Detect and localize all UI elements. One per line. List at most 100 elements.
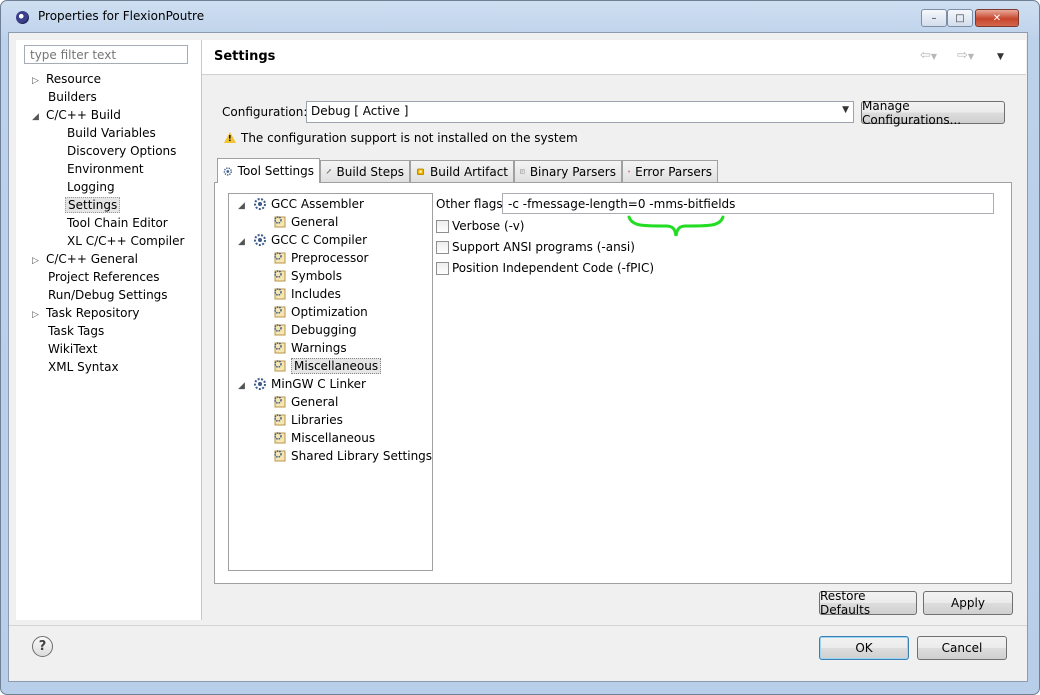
tree-leaf-label: Libraries [291, 413, 343, 427]
option-page-icon [274, 288, 286, 300]
tree-leaf-includes[interactable]: Includes [272, 285, 341, 303]
tab-binary-parsers[interactable]: Binary Parsers [514, 160, 622, 182]
nav-item-environment[interactable]: Environment [32, 160, 184, 178]
build-artifact-icon [416, 168, 425, 176]
tree-leaf-label: Preprocessor [291, 251, 369, 265]
tree-leaf-linker-miscellaneous[interactable]: Miscellaneous [272, 429, 375, 447]
configuration-label: Configuration: [222, 105, 308, 119]
tab-build-steps[interactable]: Build Steps [320, 160, 410, 182]
help-icon: ? [38, 639, 47, 654]
tree-leaf-label: Warnings [291, 341, 347, 355]
option-page-icon [274, 306, 286, 318]
view-menu-icon[interactable]: ▼ [997, 52, 1004, 62]
nav-item-settings[interactable]: Settings [32, 196, 184, 214]
tool-settings-icon [223, 166, 232, 176]
nav-item-run-debug-settings[interactable]: Run/Debug Settings [32, 286, 184, 304]
nav-item-cpp-general[interactable]: ▷ C/C++ General [32, 250, 184, 268]
tab-label: Binary Parsers [529, 164, 616, 179]
annotation-brace [627, 215, 725, 237]
tree-leaf-label: Debugging [291, 323, 357, 337]
nav-item-tool-chain-editor[interactable]: Tool Chain Editor [32, 214, 184, 232]
tree-node-mingw-c-linker[interactable]: ◢ MinGW C Linker [238, 375, 366, 393]
collapse-arrow-icon[interactable]: ◢ [32, 108, 46, 126]
dropdown-arrow-icon: ▼ [842, 105, 849, 115]
nav-item-task-tags[interactable]: Task Tags [32, 322, 184, 340]
nav-item-logging[interactable]: Logging [32, 178, 184, 196]
tree-leaf-preprocessor[interactable]: Preprocessor [272, 249, 368, 267]
collapse-arrow-icon[interactable]: ◢ [238, 377, 253, 395]
manage-configurations-button[interactable]: Manage Configurations... [861, 99, 1005, 127]
minimize-button[interactable]: – [921, 9, 947, 27]
nav-item-resource[interactable]: ▷ Resource [32, 70, 184, 88]
tree-leaf-debugging[interactable]: Debugging [272, 321, 357, 339]
warning-icon-mark: ! [228, 134, 232, 143]
restore-defaults-button[interactable]: Restore Defaults [819, 589, 917, 617]
nav-item-label: Project References [48, 270, 160, 284]
configuration-select[interactable]: Debug [ Active ] ▼ [306, 101, 854, 123]
tab-tool-settings[interactable]: Tool Settings [217, 158, 320, 183]
gear-icon [254, 234, 266, 246]
nav-item-label: Task Repository [46, 306, 140, 320]
collapse-arrow-icon[interactable]: ◢ [238, 197, 253, 215]
nav-item-label: Tool Chain Editor [67, 216, 168, 230]
tab-label: Error Parsers [635, 164, 712, 179]
close-button[interactable]: ✕ [975, 9, 1019, 27]
tree-leaf-warnings[interactable]: Warnings [272, 339, 347, 357]
tree-node-gcc-assembler[interactable]: ◢ GCC Assembler [238, 195, 364, 213]
forward-arrow-icon[interactable]: ⇨▼ [957, 48, 974, 63]
nav-item-project-references[interactable]: Project References [32, 268, 184, 286]
nav-item-label: WikiText [48, 342, 98, 356]
nav-item-label: Settings [65, 197, 121, 213]
tree-leaf-libraries[interactable]: Libraries [272, 411, 343, 429]
tab-error-parsers[interactable]: Error Parsers [622, 160, 718, 182]
collapse-arrow-icon[interactable]: ◢ [238, 233, 253, 251]
configuration-warning: The configuration support is not install… [241, 131, 578, 145]
tree-leaf-assembler-general[interactable]: General [272, 213, 338, 231]
tree-leaf-label: Optimization [291, 305, 368, 319]
tree-leaf-symbols[interactable]: Symbols [272, 267, 342, 285]
tree-leaf-label: General [291, 395, 339, 409]
tree-leaf-shared-library-settings[interactable]: Shared Library Settings [272, 447, 432, 465]
back-arrow-icon[interactable]: ⇦▼ [920, 48, 937, 63]
verbose-checkbox[interactable] [436, 220, 449, 233]
tab-label: Build Steps [336, 164, 404, 179]
help-button[interactable]: ? [32, 636, 53, 657]
option-page-icon [274, 360, 286, 372]
apply-button[interactable]: Apply [923, 591, 1013, 615]
nav-item-build-variables[interactable]: Build Variables [32, 124, 184, 142]
expand-arrow-icon[interactable]: ▷ [32, 306, 46, 324]
ansi-checkbox[interactable] [436, 241, 449, 254]
tab-build-artifact[interactable]: Build Artifact [410, 160, 514, 182]
nav-item-cpp-build[interactable]: ◢ C/C++ Build [32, 106, 184, 124]
other-flags-input[interactable] [502, 193, 994, 214]
nav-item-xl-compiler[interactable]: XL C/C++ Compiler [32, 232, 184, 250]
tree-leaf-label: Includes [291, 287, 341, 301]
cancel-button[interactable]: Cancel [917, 636, 1007, 660]
ok-button[interactable]: OK [819, 636, 909, 660]
tree-leaf-optimization[interactable]: Optimization [272, 303, 368, 321]
title-bar[interactable]: Properties for FlexionPoutre – □ ✕ [0, 0, 1040, 32]
fpic-checkbox[interactable] [436, 262, 449, 275]
pane-splitter[interactable] [201, 40, 202, 620]
build-steps-icon [326, 169, 332, 174]
nav-item-discovery-options[interactable]: Discovery Options [32, 142, 184, 160]
window-title: Properties for FlexionPoutre [38, 9, 205, 23]
nav-item-label: C/C++ General [46, 252, 139, 266]
binary-parsers-icon [520, 169, 525, 174]
nav-item-label: C/C++ Build [46, 108, 121, 122]
tree-leaf-linker-general[interactable]: General [272, 393, 338, 411]
nav-item-wikitext[interactable]: WikiText [32, 340, 184, 358]
nav-tree: ▷ Resource Builders ◢ C/C++ Build Build Va… [32, 70, 184, 376]
tree-node-gcc-c-compiler[interactable]: ◢ GCC C Compiler [238, 231, 367, 249]
error-parsers-icon [628, 170, 630, 173]
expand-arrow-icon[interactable]: ▷ [32, 72, 46, 90]
tree-leaf-compiler-miscellaneous[interactable]: Miscellaneous [272, 357, 382, 375]
expand-arrow-icon[interactable]: ▷ [32, 252, 46, 270]
nav-item-xml-syntax[interactable]: XML Syntax [32, 358, 184, 376]
filter-input[interactable] [24, 45, 188, 64]
option-page-icon [274, 396, 286, 408]
nav-item-task-repository[interactable]: ▷ Task Repository [32, 304, 184, 322]
maximize-button[interactable]: □ [947, 9, 973, 27]
option-page-icon [274, 414, 286, 426]
nav-item-builders[interactable]: Builders [32, 88, 184, 106]
